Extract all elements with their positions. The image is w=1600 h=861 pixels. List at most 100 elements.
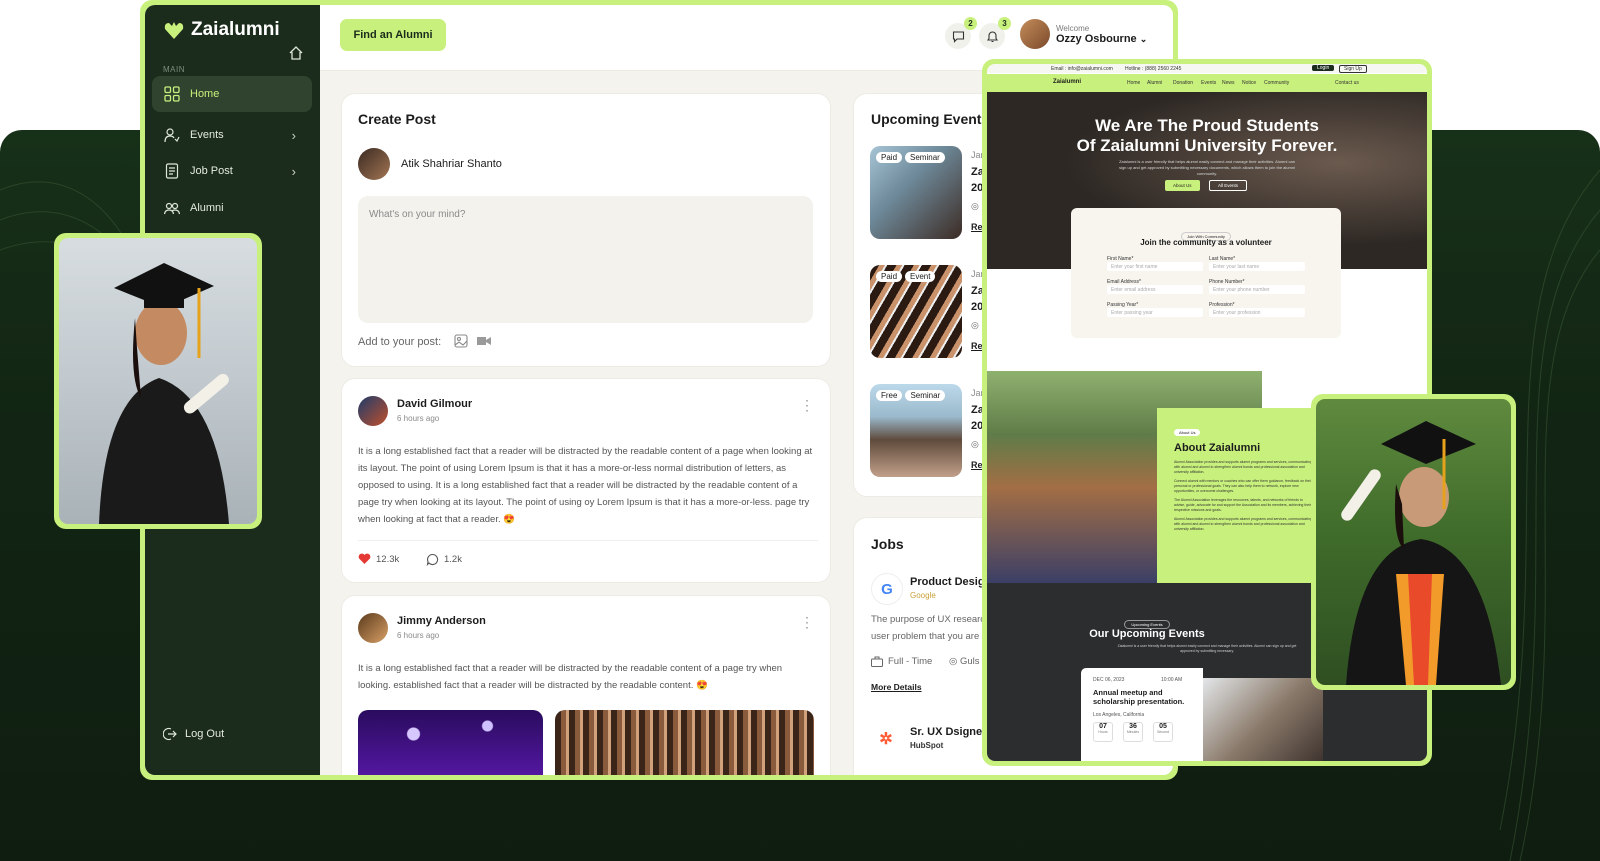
job-title[interactable]: Product Design xyxy=(910,576,991,588)
like-count: 12.3k xyxy=(376,553,400,565)
login-button[interactable]: Login xyxy=(1312,65,1335,71)
logo-icon xyxy=(164,22,184,39)
logout-icon xyxy=(163,727,177,741)
event-image[interactable]: Paid Seminar xyxy=(870,146,962,239)
site-nav: Zaialumni Home Alumni Donation Events Ne… xyxy=(987,74,1427,92)
create-post-title: Create Post xyxy=(358,111,436,127)
site-nav-item[interactable]: Home xyxy=(1127,80,1140,86)
add-to-post-label: Add to your post: xyxy=(358,336,442,348)
post-image[interactable] xyxy=(555,710,814,775)
site-nav-item[interactable]: News xyxy=(1222,80,1235,86)
post-time: 6 hours ago xyxy=(397,414,440,423)
event-card[interactable]: DEC 06, 2023 10:00 AM Annual meetup and … xyxy=(1081,668,1203,761)
graduate-illustration xyxy=(1341,421,1501,685)
like-button[interactable]: 12.3k xyxy=(358,553,399,565)
site-nav-item[interactable]: Events xyxy=(1201,80,1216,86)
post-placeholder: What's on your mind? xyxy=(369,209,466,220)
logout-label: Log Out xyxy=(185,728,225,740)
location-icon: ◎ xyxy=(971,201,979,211)
graduate-photo xyxy=(59,238,257,524)
site-events-title: Our Upcoming Events xyxy=(1089,628,1205,640)
more-options-icon[interactable]: ⋮ xyxy=(800,615,814,629)
site-nav-item[interactable]: Notice xyxy=(1242,80,1256,86)
signup-button[interactable]: Sign Up xyxy=(1339,65,1367,73)
avatar xyxy=(358,148,390,180)
event-image[interactable]: Free Seminar xyxy=(870,384,962,477)
countdown-minutes: 36 Minutes xyxy=(1123,722,1143,742)
countdown-hours: 07 Hours xyxy=(1093,722,1113,742)
phone-field[interactable]: Enter your phone number xyxy=(1209,285,1305,294)
group-icon xyxy=(164,202,180,215)
field-placeholder: Enter your first name xyxy=(1111,264,1158,270)
site-nav-item[interactable]: Alumni xyxy=(1147,80,1162,86)
jobs-title: Jobs xyxy=(871,536,904,552)
find-alumni-button[interactable]: Find an Alumni xyxy=(340,19,446,51)
sidebar-item-job-post[interactable]: Job Post › xyxy=(152,153,312,189)
first-name-field[interactable]: Enter your first name xyxy=(1107,262,1203,271)
logo-text: Zaialumni xyxy=(191,19,280,40)
sidebar-item-events[interactable]: Events › xyxy=(152,117,312,153)
job-desc: user problem that you are t xyxy=(871,631,985,642)
graduate-photo-right-frame xyxy=(1311,394,1516,690)
video-icon[interactable] xyxy=(476,335,492,347)
bell-icon xyxy=(986,30,998,42)
graduate-photo xyxy=(1316,399,1511,685)
site-nav-item[interactable]: Donation xyxy=(1173,80,1193,86)
top-info-bar: Email : info@zaialumni.com Hotline : (88… xyxy=(987,64,1427,73)
job-desc: The purpose of UX researc xyxy=(871,614,986,625)
messages-button[interactable]: 2 xyxy=(945,17,977,49)
site-nav-item[interactable]: Community xyxy=(1264,80,1289,86)
post-author[interactable]: David Gilmour xyxy=(397,398,472,410)
post-author[interactable]: Jimmy Anderson xyxy=(397,615,486,627)
more-options-icon[interactable]: ⋮ xyxy=(800,398,814,412)
event-tag: Free xyxy=(876,390,903,401)
top-email: Email : info@zaialumni.com xyxy=(1051,66,1113,72)
notifications-button[interactable]: 3 xyxy=(979,17,1011,49)
notifications-badge: 3 xyxy=(998,17,1011,30)
countdown-seconds: 05 Second xyxy=(1153,722,1173,742)
about-title: About Zaialumni xyxy=(1174,442,1261,454)
logout-button[interactable]: Log Out xyxy=(163,727,224,741)
job-location: Guls xyxy=(959,656,980,667)
event-time: 10:00 AM xyxy=(1161,677,1183,683)
upcoming-events-title: Upcoming Events xyxy=(871,111,990,127)
google-logo-icon: G xyxy=(871,573,903,605)
contact-link[interactable]: Contact us xyxy=(1335,80,1359,86)
profession-select[interactable]: Enter your profession xyxy=(1209,308,1305,317)
user-name: Ozzy Osbourne xyxy=(1056,32,1137,45)
about-badge: About Us xyxy=(1174,429,1201,436)
home-icon[interactable] xyxy=(288,45,304,61)
passing-year-select[interactable]: Enter passing year xyxy=(1107,308,1203,317)
hubspot-logo-icon: ✲ xyxy=(879,731,893,748)
job-more-details-link[interactable]: More Details xyxy=(871,682,922,692)
create-post-card: Create Post Atik Shahriar Shanto What's … xyxy=(341,93,831,367)
site-logo[interactable]: Zaialumni xyxy=(1053,79,1081,85)
last-name-field[interactable]: Enter your last name xyxy=(1209,262,1305,271)
about-us-button[interactable]: About Us xyxy=(1165,180,1200,191)
logo[interactable]: Zaialumni xyxy=(163,19,280,41)
sidebar-item-home[interactable]: Home xyxy=(152,76,312,112)
event-image[interactable]: Paid Event xyxy=(870,265,962,358)
event-tag: Seminar xyxy=(905,152,945,163)
chevron-down-icon: ⌄ xyxy=(1139,33,1148,44)
post-text-area[interactable]: What's on your mind? xyxy=(358,196,813,323)
job-type: Full - Time xyxy=(888,656,933,667)
all-events-button[interactable]: All Events xyxy=(1209,180,1248,191)
form-title: Join the community as a volunteer xyxy=(1140,238,1272,247)
user-menu[interactable]: Welcome Ozzy Osbourne ⌄ xyxy=(1020,19,1147,49)
sidebar-item-label: Events xyxy=(190,129,224,141)
job-title[interactable]: Sr. UX Dsigner xyxy=(910,726,986,738)
comment-button[interactable]: 1.2k xyxy=(426,553,462,566)
image-icon[interactable] xyxy=(454,334,468,348)
sidebar-item-label: Alumni xyxy=(190,202,224,214)
event-tag: Event xyxy=(905,271,936,282)
users-icon xyxy=(164,128,180,143)
event-location: Los Angeles, California xyxy=(1093,712,1145,718)
sidebar-item-alumni[interactable]: Alumni xyxy=(152,190,312,226)
sidebar-section-label: MAIN xyxy=(163,65,185,74)
field-placeholder: Enter email address xyxy=(1111,287,1156,293)
post-image[interactable] xyxy=(358,710,543,775)
location-icon: ◎ xyxy=(971,320,979,330)
post-text: It is a long established fact that a rea… xyxy=(358,663,783,691)
email-field[interactable]: Enter email address xyxy=(1107,285,1203,294)
